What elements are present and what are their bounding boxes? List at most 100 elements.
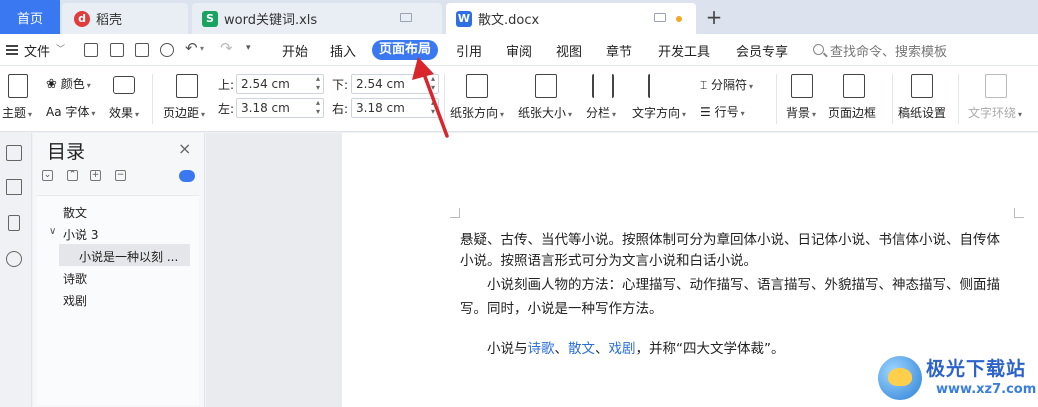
left-margin-label: 左: — [218, 102, 235, 116]
remove-heading-icon[interactable]: − — [115, 170, 126, 181]
outline-item[interactable]: 散文 — [63, 204, 87, 221]
outline-item[interactable]: 戏剧 — [63, 292, 87, 309]
color-button[interactable]: ❀ 颜色 ▾ — [46, 75, 91, 92]
link-drama[interactable]: 戏剧 — [609, 341, 636, 357]
paragraph-line: 写。同时，小说是一种写作方法。 — [460, 301, 663, 317]
manuscript-button[interactable]: 稿纸设置 — [898, 104, 946, 121]
close-icon[interactable]: × — [178, 139, 191, 158]
text-direction-icon — [648, 74, 670, 98]
command-search[interactable]: 查找命令、搜索模板 — [830, 41, 947, 60]
tab-bar: 首页 d 稻壳 S word关键词.xls W 散文.docx + — [0, 0, 1038, 34]
add-heading-icon[interactable]: + — [90, 170, 101, 181]
menu-insert[interactable]: 插入 — [330, 41, 356, 60]
link-prose[interactable]: 散文 — [568, 341, 595, 357]
text-run: 、 — [595, 341, 609, 357]
tab-daoke[interactable]: d 稻壳 — [62, 3, 188, 34]
separator-button[interactable]: ⌶ 分隔符 ▾ — [700, 76, 753, 93]
theme-label: 主题 — [2, 106, 27, 120]
text-wrap-button[interactable]: 文字环绕 ▾ — [968, 104, 1022, 121]
redo-icon[interactable]: ↷ — [220, 39, 233, 57]
navigation-icon[interactable] — [6, 179, 22, 195]
preview-icon[interactable] — [160, 43, 174, 57]
separator-label: 分隔符 — [711, 78, 748, 92]
page-border-icon — [843, 74, 865, 98]
link-poetry[interactable]: 诗歌 — [528, 341, 555, 357]
left-tool-strip — [0, 133, 32, 407]
new-tab-button[interactable]: + — [704, 5, 724, 29]
theme-icon — [8, 74, 28, 98]
tab-daoke-label: 稻壳 — [96, 13, 123, 28]
menu-bar: 文件 ﹀ ↶ ▾ ↷ ▾ 开始 插入 页面布局 引用 审阅 视图 章节 开发工具… — [0, 34, 1038, 66]
print-icon[interactable] — [135, 43, 149, 57]
tab-xls-label: word关键词.xls — [224, 13, 318, 28]
tab-home[interactable]: 首页 — [0, 0, 60, 34]
outline-item[interactable]: 小说是一种以刻 ... — [79, 248, 178, 265]
background-icon — [791, 74, 813, 98]
divider — [892, 74, 893, 124]
text-wrap-icon — [985, 74, 1007, 98]
outline-toggle-icon[interactable] — [179, 170, 195, 182]
undo-icon[interactable]: ↶ — [185, 39, 198, 57]
right-margin-input[interactable]: 3.18 cm — [351, 98, 439, 118]
tab-docx[interactable]: W 散文.docx — [446, 3, 696, 34]
left-margin-input[interactable]: 3.18 cm — [236, 98, 324, 118]
orientation-button[interactable]: 纸张方向 ▾ — [450, 104, 504, 121]
paragraph-line: 小说与诗歌、散文、戏剧，并称“四大文学体裁”。 — [487, 337, 785, 361]
daoke-icon: d — [74, 10, 90, 27]
chevron-down-icon[interactable]: ∨ — [49, 226, 56, 237]
search-icon[interactable] — [6, 251, 22, 267]
ribbon-page-layout: 主题▾ ❀ 颜色▾ Aa 字体▾ 效果▾ 页边距▾ 上: 2.54 cm 下: … — [0, 66, 1038, 132]
menu-page-layout[interactable]: 页面布局 — [372, 40, 438, 60]
paper-size-button[interactable]: 纸张大小 ▾ — [518, 104, 572, 121]
menu-start[interactable]: 开始 — [282, 41, 308, 60]
export-icon[interactable] — [110, 43, 124, 57]
menu-review[interactable]: 审阅 — [506, 41, 532, 60]
palette-icon: ❀ — [46, 77, 57, 92]
effect-button[interactable]: 效果 ▾ — [109, 104, 139, 121]
outline-item[interactable]: 诗歌 — [63, 270, 87, 287]
text-direction-button[interactable]: 文字方向 ▾ — [632, 104, 686, 121]
bookmark-icon[interactable] — [8, 215, 20, 231]
undo-dropdown-icon[interactable]: ▾ — [200, 44, 204, 53]
outline-panel: 目录 × ⌄ ⌃ + − 散文 ∨ 小说 3 小说是一种以刻 ... 诗歌 戏剧 — [33, 133, 205, 407]
save-icon[interactable] — [84, 43, 98, 57]
divider — [152, 74, 153, 124]
menu-chapter[interactable]: 章节 — [606, 41, 632, 60]
separator-icon: ⌶ — [700, 78, 708, 92]
columns-label: 分栏 — [586, 106, 611, 120]
hamburger-icon[interactable] — [6, 45, 18, 55]
text-direction-label: 文字方向 — [632, 106, 681, 120]
menu-developer[interactable]: 开发工具 — [658, 41, 710, 60]
menu-member[interactable]: 会员专享 — [736, 41, 788, 60]
outline-panel-icon[interactable] — [6, 145, 22, 161]
menu-reference[interactable]: 引用 — [456, 41, 482, 60]
menu-view[interactable]: 视图 — [556, 41, 582, 60]
font-icon: Aa — [46, 105, 62, 119]
more-quick-icon[interactable]: ▾ — [246, 43, 251, 53]
file-menu[interactable]: 文件 — [24, 41, 50, 60]
columns-button[interactable]: 分栏 ▾ — [586, 104, 616, 121]
theme-button[interactable]: 主题 ▾ — [2, 104, 32, 121]
line-number-button[interactable]: ☰ 行号 ▾ — [700, 103, 745, 120]
orientation-label: 纸张方向 — [450, 106, 499, 120]
outline-list: 散文 ∨ 小说 3 小说是一种以刻 ... 诗歌 戏剧 — [37, 195, 199, 405]
text-run: 小说与 — [487, 341, 528, 357]
paper-size-label: 纸张大小 — [518, 106, 567, 120]
margin-corner — [450, 208, 460, 218]
expand-icon[interactable]: ⌃ — [67, 170, 78, 181]
tab-xls[interactable]: S word关键词.xls — [192, 3, 442, 34]
font-button[interactable]: Aa 字体 ▾ — [46, 103, 95, 120]
page-border-button[interactable]: 页面边框 — [828, 104, 876, 121]
divider — [444, 74, 445, 124]
line-number-label: 行号 — [714, 105, 739, 119]
margins-button[interactable]: 页边距 ▾ — [163, 104, 205, 121]
collapse-icon[interactable]: ⌄ — [42, 170, 53, 181]
outline-item[interactable]: 小说 3 — [63, 226, 98, 243]
background-button[interactable]: 背景 ▾ — [786, 104, 816, 121]
margins-icon — [176, 74, 198, 98]
margin-corner — [1014, 208, 1024, 218]
bottom-margin-input[interactable]: 2.54 cm — [351, 74, 439, 94]
screen-icon — [654, 13, 666, 22]
top-margin-input[interactable]: 2.54 cm — [236, 74, 324, 94]
line-number-icon: ☰ — [700, 105, 711, 119]
